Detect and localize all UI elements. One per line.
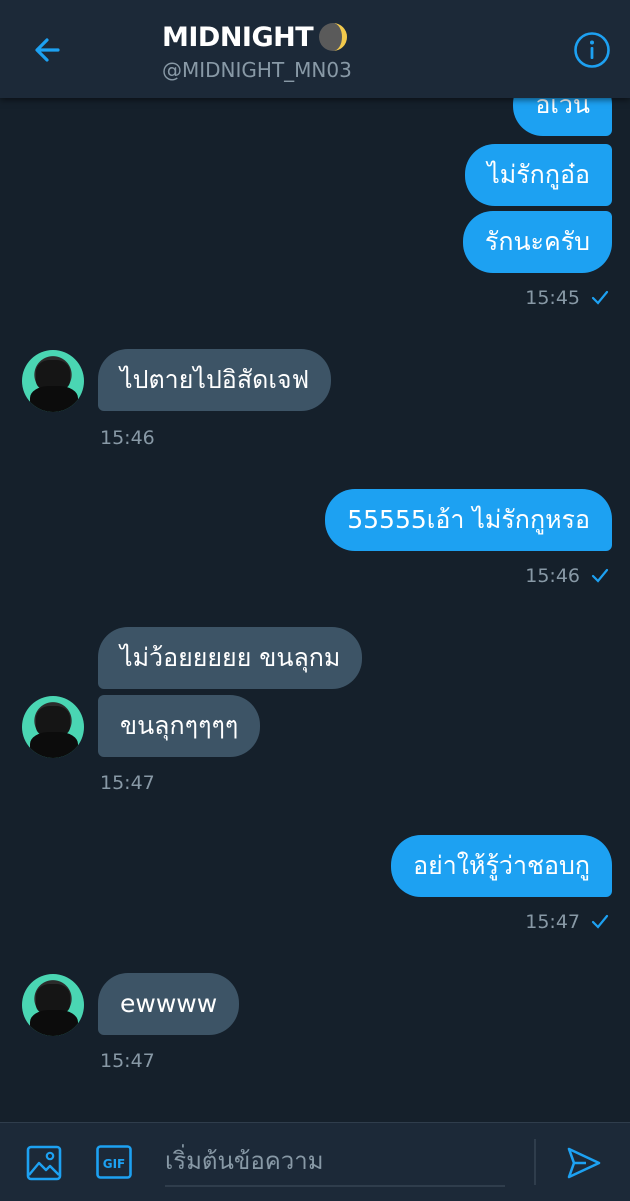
timestamp-text: 15:47 bbox=[525, 911, 580, 933]
message-bubble-incoming[interactable]: ไม่ว้อยยยยย ขนลุกม bbox=[98, 627, 363, 689]
composer-divider bbox=[534, 1139, 536, 1185]
timestamp-text: 15:46 bbox=[525, 565, 580, 587]
message-bubble-outgoing[interactable]: อีเวน bbox=[513, 98, 612, 136]
message-bubble-incoming[interactable]: ewwww bbox=[98, 973, 240, 1035]
moon-emoji-icon bbox=[319, 23, 348, 51]
conversation-header: MIDNIGHT @MIDNIGHT_MN03 bbox=[0, 0, 630, 98]
contact-avatar[interactable] bbox=[22, 350, 84, 412]
message-bubble-incoming[interactable]: ขนลุกๆๆๆๆ bbox=[98, 695, 261, 757]
message-timestamp: 15:46 bbox=[100, 427, 155, 449]
sent-check-icon bbox=[591, 290, 609, 305]
user-handle: @MIDNIGHT_MN03 bbox=[162, 58, 352, 82]
contact-avatar[interactable] bbox=[22, 696, 84, 758]
sent-check-icon bbox=[591, 914, 609, 929]
message-thread[interactable]: อีเวน ไม่รักกูอ๋อ รักนะครับ 15:45 ไปตายไ… bbox=[0, 98, 630, 1122]
message-timestamp: 15:45 bbox=[525, 287, 610, 309]
message-bubble-outgoing[interactable]: 55555เอ้า ไม่รักกูหรอ bbox=[325, 489, 612, 551]
message-bubble-outgoing[interactable]: รักนะครับ bbox=[462, 211, 612, 273]
message-timestamp: 15:47 bbox=[525, 911, 610, 933]
info-icon[interactable] bbox=[572, 30, 612, 70]
back-arrow-icon[interactable] bbox=[28, 30, 68, 70]
display-name: MIDNIGHT bbox=[162, 21, 314, 53]
send-icon[interactable] bbox=[564, 1143, 604, 1183]
message-composer: GIF bbox=[0, 1122, 630, 1201]
gif-icon[interactable]: GIF bbox=[96, 1145, 132, 1179]
message-bubble-outgoing[interactable]: อย่าให้รู้ว่าชอบกู bbox=[391, 835, 612, 897]
timestamp-text: 15:45 bbox=[525, 287, 580, 309]
message-input[interactable] bbox=[165, 1137, 505, 1187]
message-timestamp: 15:46 bbox=[525, 565, 610, 587]
conversation-title-block[interactable]: MIDNIGHT @MIDNIGHT_MN03 bbox=[162, 18, 352, 83]
message-bubble-outgoing[interactable]: ไม่รักกูอ๋อ bbox=[465, 144, 612, 206]
image-icon[interactable] bbox=[26, 1145, 62, 1181]
message-timestamp: 15:47 bbox=[100, 772, 155, 794]
sent-check-icon bbox=[591, 568, 609, 583]
message-timestamp: 15:47 bbox=[100, 1050, 155, 1072]
message-bubble-incoming[interactable]: ไปตายไปอิสัดเจฟ bbox=[98, 349, 332, 411]
gif-label: GIF bbox=[103, 1157, 126, 1171]
contact-avatar[interactable] bbox=[22, 974, 84, 1036]
conversation-title: MIDNIGHT bbox=[162, 18, 352, 56]
